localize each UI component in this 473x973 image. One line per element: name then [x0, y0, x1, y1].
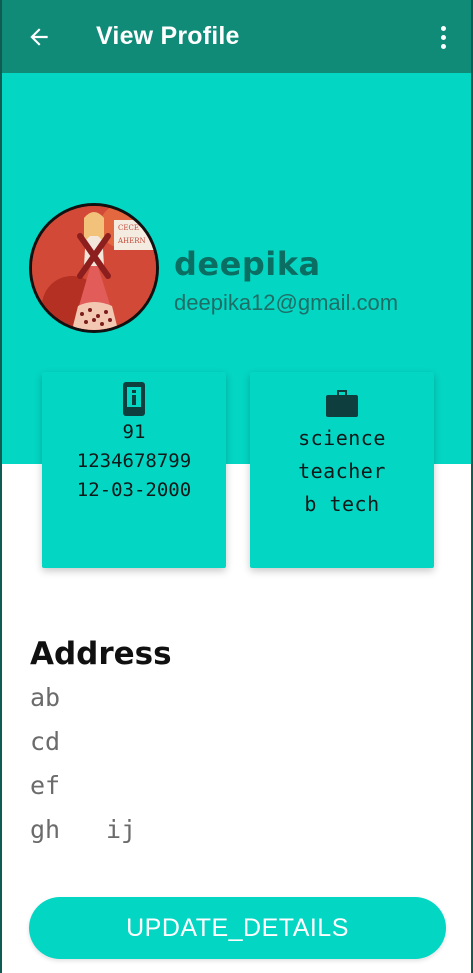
address-heading: Address — [30, 636, 172, 672]
work-card: science teacher b tech — [250, 372, 434, 568]
book-cover-lettering: CECE — [118, 224, 139, 232]
address-line-3: ef — [30, 771, 61, 800]
avatar[interactable]: CECE AHERN — [29, 203, 159, 333]
address-line-1: ab — [30, 683, 61, 712]
svg-text:AHERN: AHERN — [117, 237, 146, 245]
back-button[interactable] — [24, 22, 54, 52]
profile-name: deepika — [174, 245, 321, 283]
more-vert-icon — [440, 25, 446, 31]
arrow-left-icon — [30, 28, 48, 46]
briefcase-icon — [326, 390, 358, 417]
book-cover-image: CECE AHERN — [32, 206, 156, 330]
date-of-birth: 12-03-2000 — [76, 479, 192, 501]
profile-email: deepika12@gmail.com — [174, 290, 399, 315]
address-line-2: cd — [30, 727, 61, 756]
update-details-button[interactable]: UPDATE_DETAILS — [29, 897, 446, 959]
country-code: 91 — [122, 421, 146, 443]
app-bar: View Profile — [2, 0, 471, 73]
profile-screen: View Profile CECE AHERN deepika deepika1… — [0, 0, 473, 973]
work-role: teacher — [298, 459, 386, 483]
work-subject: science — [298, 426, 386, 450]
phone-number: 1234678799 — [76, 450, 192, 472]
address-line-4b: ij — [106, 815, 137, 844]
page-title: View Profile — [96, 22, 240, 50]
phone-icon — [123, 382, 145, 416]
overflow-menu-button[interactable] — [433, 20, 453, 54]
address-line-4: gh — [30, 815, 61, 844]
contact-card: 91 1234678799 12-03-2000 — [42, 372, 226, 568]
work-qualification: b tech — [304, 492, 380, 516]
